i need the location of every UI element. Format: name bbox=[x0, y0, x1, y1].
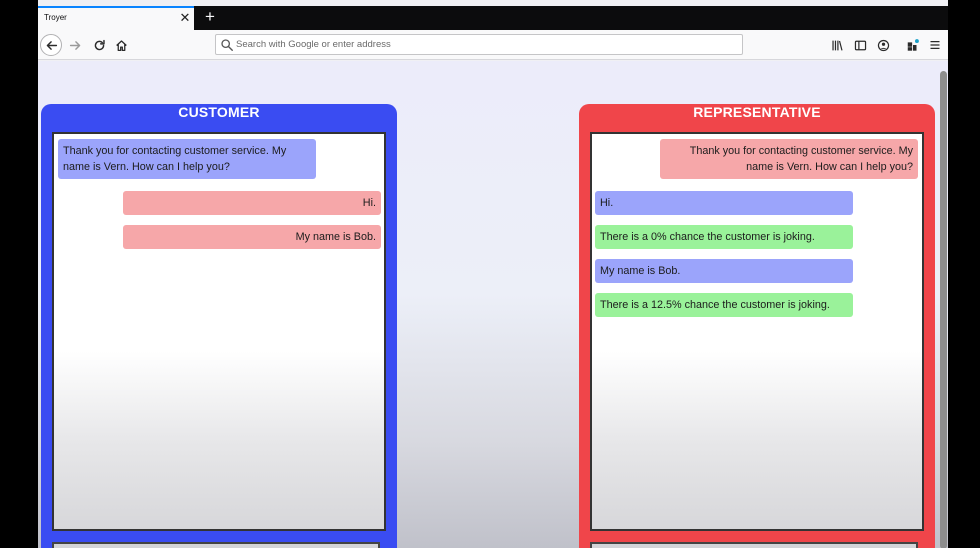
representative-message: Thank you for contacting customer servic… bbox=[660, 139, 918, 179]
home-button[interactable] bbox=[110, 34, 132, 56]
url-bar[interactable] bbox=[215, 34, 743, 55]
back-button[interactable] bbox=[40, 34, 62, 56]
customer-panel: CUSTOMER Thank you for contacting custom… bbox=[41, 104, 397, 548]
account-icon bbox=[877, 39, 889, 51]
search-icon bbox=[221, 39, 233, 51]
navigation-toolbar bbox=[38, 30, 948, 60]
customer-chat-log: Thank you for contacting customer servic… bbox=[52, 132, 386, 531]
back-arrow-icon bbox=[46, 40, 57, 50]
scrollbar[interactable] bbox=[938, 61, 948, 548]
representative-message: My name is Bob. bbox=[595, 259, 853, 283]
representative-chat-log: Thank you for contacting customer servic… bbox=[590, 132, 924, 531]
close-icon[interactable]: ✕ bbox=[178, 11, 192, 25]
account-button[interactable] bbox=[874, 36, 892, 54]
forward-button[interactable] bbox=[64, 34, 86, 56]
representative-message: There is a 12.5% chance the customer is … bbox=[595, 293, 853, 317]
customer-message-input[interactable] bbox=[52, 542, 380, 548]
representative-message: Hi. bbox=[595, 191, 853, 215]
customer-message: Hi. bbox=[123, 191, 381, 215]
hamburger-menu-icon bbox=[930, 40, 940, 50]
reload-icon bbox=[94, 39, 105, 50]
extension-button[interactable] bbox=[904, 36, 922, 54]
customer-message: Thank you for contacting customer servic… bbox=[58, 139, 316, 179]
representative-title: REPRESENTATIVE bbox=[693, 104, 821, 120]
representative-panel: REPRESENTATIVE Thank you for contacting … bbox=[579, 104, 935, 548]
customer-message: My name is Bob. bbox=[123, 225, 381, 249]
scrollbar-thumb[interactable] bbox=[940, 71, 947, 548]
browser-window: Troyer ✕ + Search with Google or enter a… bbox=[38, 0, 948, 548]
tab-title: Troyer bbox=[44, 13, 67, 22]
library-icon bbox=[831, 40, 843, 51]
extension-icon bbox=[907, 39, 919, 51]
representative-message: There is a 0% chance the customer is jok… bbox=[595, 225, 853, 249]
sidebar-button[interactable] bbox=[851, 36, 869, 54]
hamburger-menu-button[interactable] bbox=[926, 36, 944, 54]
home-icon bbox=[115, 39, 127, 51]
forward-arrow-icon bbox=[69, 40, 80, 50]
reload-button[interactable] bbox=[88, 34, 110, 56]
customer-title: CUSTOMER bbox=[178, 104, 260, 120]
representative-message-input[interactable] bbox=[590, 542, 918, 548]
tab-troyer[interactable]: Troyer ✕ bbox=[38, 6, 194, 30]
tab-strip: Troyer ✕ + bbox=[38, 6, 948, 30]
sidebar-icon bbox=[854, 40, 866, 50]
url-input[interactable] bbox=[236, 36, 736, 53]
plus-icon[interactable]: + bbox=[202, 8, 218, 26]
library-button[interactable] bbox=[828, 36, 846, 54]
page-content: CUSTOMER Thank you for contacting custom… bbox=[38, 61, 948, 548]
